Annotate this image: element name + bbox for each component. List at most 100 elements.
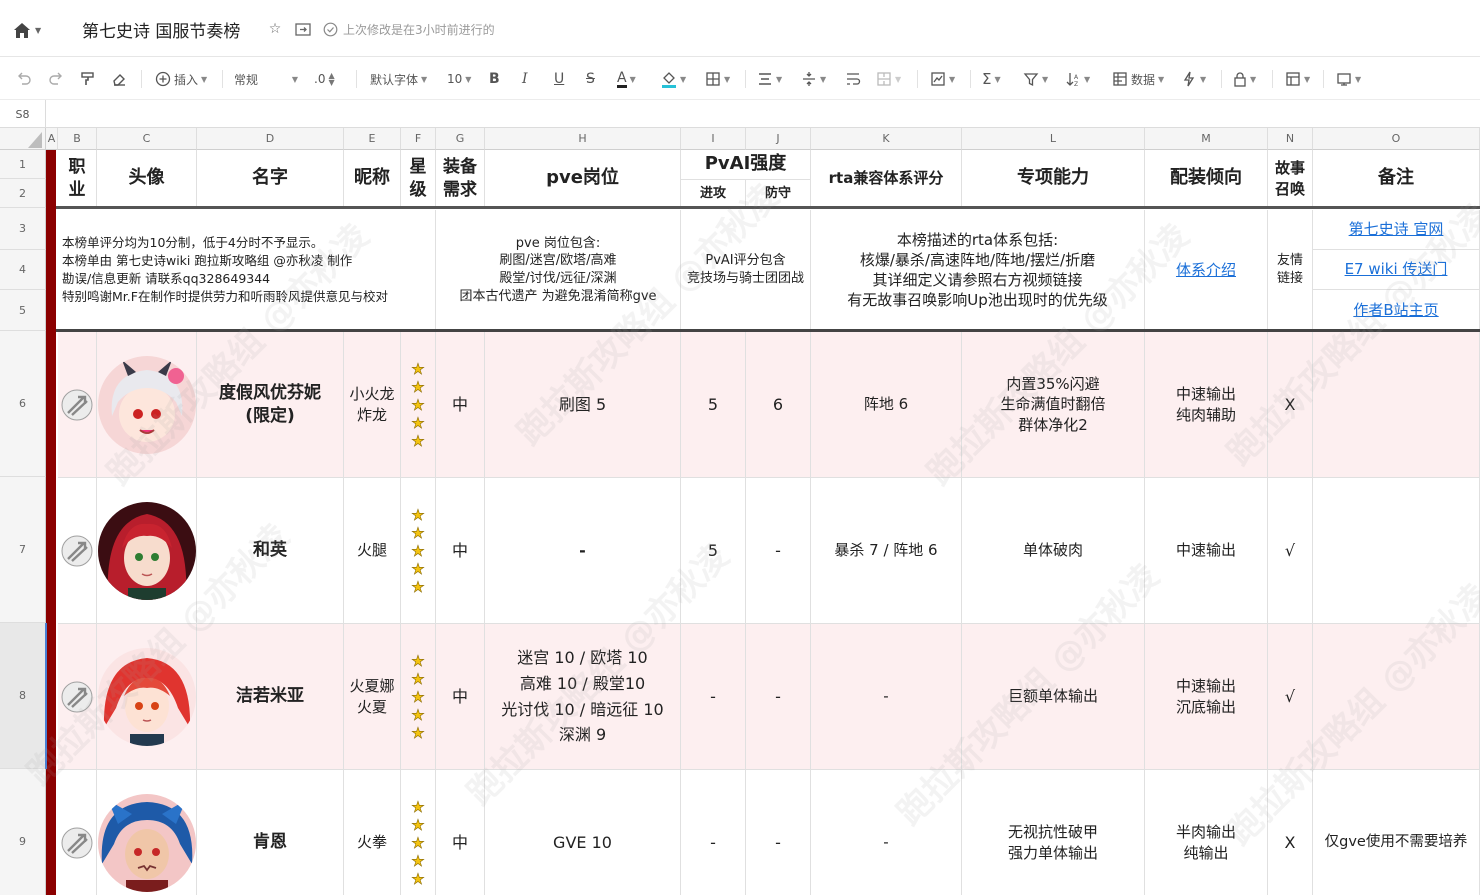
col-header[interactable]: F [401,128,436,150]
row-header[interactable]: 6 [0,331,46,477]
star-icon: ★ [411,541,425,560]
star-icon: ★ [411,705,425,724]
star-cell: ★ ★ ★ ★ ★ [401,624,436,770]
title-bar: ▼ 第七史诗 国服节奏榜 ☆ 上次修改是在3小时前进行的 [0,0,1480,57]
rating-note-cell: 本榜单评分均为10分制，低于4分时不予显示。 本榜单由 第七史诗wiki 跑拉斯攻… [58,210,436,331]
build-cell: 中速输出 [1145,478,1268,624]
view-settings-button[interactable]: ▼ [1336,68,1361,90]
row-header[interactable]: 9 [0,769,46,895]
redo-button[interactable] [48,68,64,90]
chevron-down-icon: ▼ [465,74,472,84]
italic-button[interactable]: I [522,68,528,90]
row-header[interactable]: 4 [0,250,46,290]
merge-cells-button[interactable]: ▼ [876,68,901,90]
avatar [97,355,196,454]
clear-format-button[interactable] [111,68,127,90]
col-header[interactable]: A [46,128,58,150]
divider [1272,70,1273,88]
official-site-link[interactable]: 第七史诗 官网 [1349,219,1444,239]
filter-button[interactable]: ▼ [1023,68,1048,90]
row-header[interactable]: 3 [0,208,46,250]
avatar [97,793,196,892]
pve-cell: 刷图 5 [485,332,681,478]
row-header[interactable]: 8 [0,623,46,769]
avatar-cell [97,770,197,895]
protect-button[interactable]: ▼ [1233,68,1256,90]
col-header[interactable]: C [97,128,197,150]
chevron-down-icon: ▼ [1355,74,1362,84]
vertical-align-button[interactable]: ▼ [801,68,826,90]
bilibili-link[interactable]: 作者B站主页 [1353,300,1438,320]
underline-button[interactable]: U [554,68,564,90]
mage-class-icon [61,389,93,420]
char-name-cell: 肯恩 [197,770,344,895]
horizontal-align-button[interactable]: ▼ [757,68,782,90]
col-header[interactable]: N [1268,128,1313,150]
number-format-select[interactable]: 常规 ▼ [234,68,298,90]
col-header[interactable]: O [1313,128,1480,150]
doc-title[interactable]: 第七史诗 国服节奏榜 [82,17,240,42]
col-header[interactable]: L [962,128,1145,150]
col-header[interactable]: D [197,128,344,150]
rta-cell: 阵地 6 [811,332,962,478]
number-format-value: 常规 [234,72,259,87]
chevron-down-icon: ▼ [820,74,827,84]
strikethrough-button[interactable]: S [586,68,595,90]
col-header[interactable]: B [58,128,97,150]
row-header[interactable]: 7 [0,477,46,623]
chart-button[interactable]: ▼ [930,68,955,90]
insert-menu[interactable]: 插入 ▼ [155,68,207,90]
text-wrap-button[interactable] [845,68,861,90]
defense-cell: - [746,624,811,770]
function-button[interactable]: Σ ▼ [982,68,1001,90]
bold-button[interactable]: B [489,68,500,90]
system-intro-link[interactable]: 体系介绍 [1176,260,1236,280]
font-size-select[interactable]: 10 ▼ [447,68,471,90]
star-icon: ★ [411,377,425,396]
story-cell: X [1268,770,1313,895]
conditional-format-button[interactable]: ▼ [1181,68,1206,90]
freeze-button[interactable]: ▼ [1285,68,1310,90]
row-header[interactable]: 2 [0,179,46,208]
row-header[interactable]: 1 [0,150,46,179]
chevron-down-icon: ▼ [1250,74,1257,84]
col-header[interactable]: M [1145,128,1268,150]
rta-cell: - [811,770,962,895]
col-header[interactable]: J [746,128,811,150]
text-color-button[interactable]: A ▼ [617,68,636,90]
format-painter-button[interactable] [80,68,96,90]
pve-cell: 迷宫 10 / 欧塔 10 高难 10 / 殿堂10 光讨伐 10 / 暗远征 10… [485,624,681,770]
star-rating: ★ ★ ★ ★ ★ [411,359,425,449]
col-header[interactable]: I [681,128,746,150]
divider [141,70,142,88]
divider [970,70,971,88]
move-folder-icon[interactable] [294,20,312,38]
eraser-icon [113,74,125,86]
data-table-icon [1113,72,1127,86]
rta-cell: - [811,624,962,770]
row-header[interactable]: 5 [0,290,46,331]
col-header[interactable]: H [485,128,681,150]
special-cell: 内置35%闪避 生命满值时翻倍 群体净化2 [962,332,1145,478]
sort-button[interactable]: A Z ▼ [1065,68,1090,90]
decimal-stepper[interactable]: .0 ▲ ▼ [314,68,335,90]
data-menu[interactable]: 数据 ▼ [1112,68,1164,90]
wiki-link[interactable]: E7 wiki 传送门 [1345,259,1448,279]
divider [1221,70,1222,88]
col-header[interactable]: E [344,128,401,150]
star-icon[interactable]: ☆ [266,20,284,38]
col-header[interactable]: G [436,128,485,150]
chevron-down-icon: ▼ [1042,74,1049,84]
select-all-corner[interactable] [0,128,46,150]
font-family-select[interactable]: 默认字体 ▼ [370,68,427,90]
cell-reference[interactable]: S8 [0,100,46,128]
fill-color-button[interactable]: ▼ [661,68,686,90]
home-menu[interactable]: ▼ [13,20,47,40]
header-star: 星级 [401,150,436,208]
star-icon: ★ [411,359,425,378]
borders-button[interactable]: ▼ [705,68,730,90]
undo-button[interactable] [16,68,32,90]
defense-cell: 6 [746,332,811,478]
col-header[interactable]: K [811,128,962,150]
underline-icon: U [554,71,565,87]
